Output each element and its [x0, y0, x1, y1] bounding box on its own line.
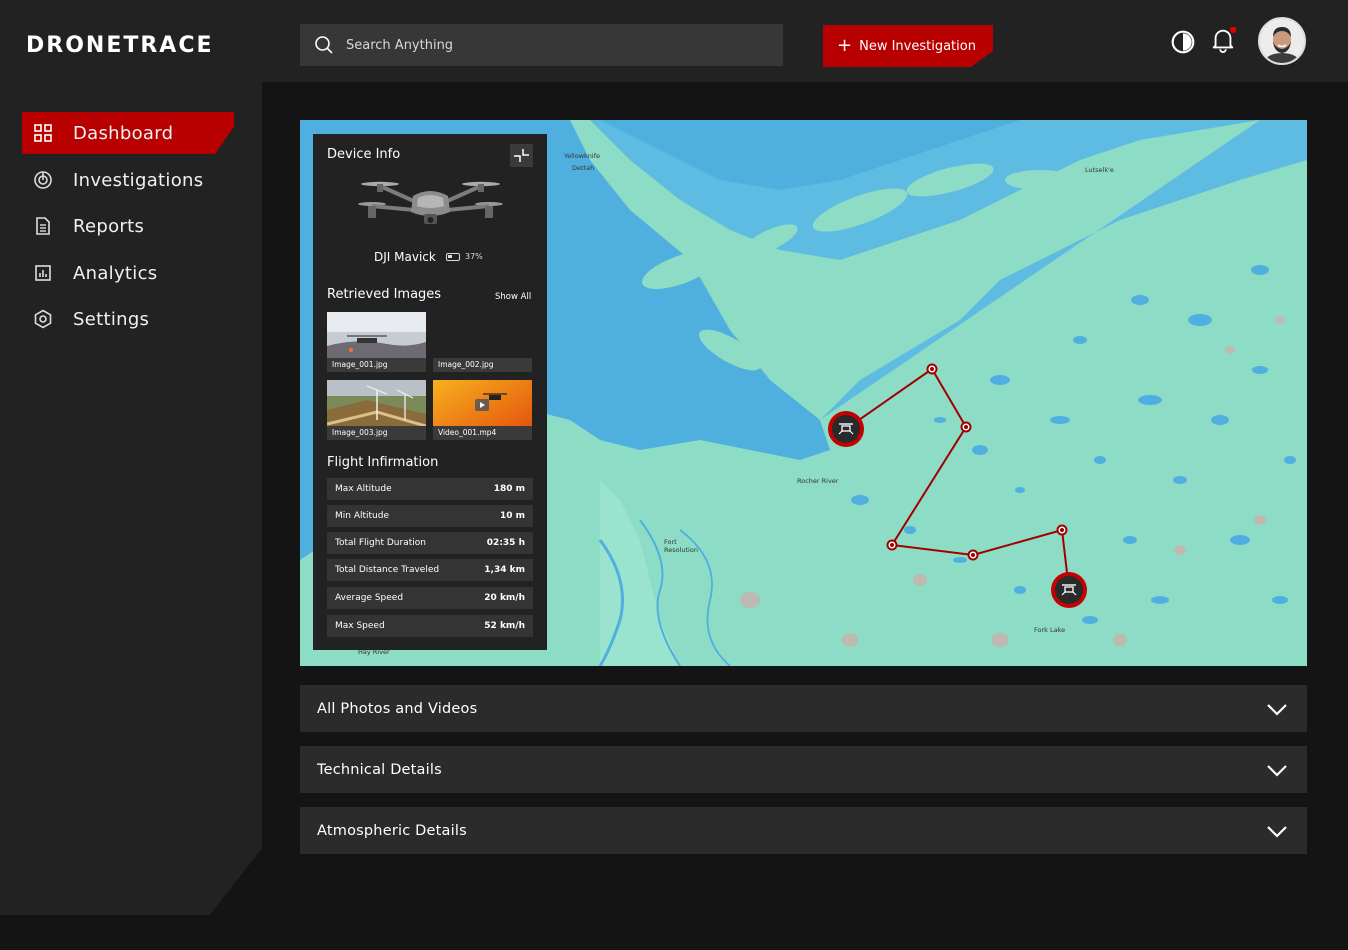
flight-info-row: Average Speed 20 km/h	[327, 587, 533, 609]
search-icon	[315, 36, 333, 54]
video-name: Video_001.mp4	[433, 426, 532, 440]
sidebar-item-analytics[interactable]: Analytics	[22, 252, 234, 294]
collapse-icon	[514, 149, 529, 162]
chevron-down-icon[interactable]	[1265, 697, 1289, 721]
flight-info-label: Min Altitude	[335, 511, 389, 521]
sidebar-item-label: Dashboard	[73, 122, 174, 144]
dashboard-icon	[34, 124, 52, 142]
flight-info-label: Average Speed	[335, 593, 404, 603]
accordion-label: Technical Details	[317, 761, 442, 778]
flight-info-label: Max Speed	[335, 621, 385, 631]
drone-start-marker-icon[interactable]	[827, 410, 865, 448]
flight-info-value: 02:35 h	[486, 538, 525, 548]
sidebar-item-label: Analytics	[73, 262, 158, 284]
accordion-label: Atmospheric Details	[317, 822, 467, 839]
new-investigation-label: New Investigation	[859, 38, 976, 54]
device-info-panel: Device Info DJI Mavick 37% Retrieved Ima…	[313, 134, 547, 650]
sidebar-item-label: Reports	[73, 215, 145, 237]
image-name: Image_001.jpg	[327, 358, 426, 372]
document-icon	[36, 217, 50, 235]
flight-info-row: Total Flight Duration 02:35 h	[327, 532, 533, 554]
accordion-atmospheric-details[interactable]: Atmospheric Details	[300, 807, 1307, 854]
collapse-button[interactable]	[510, 144, 533, 167]
device-info-title: Device Info	[327, 147, 401, 162]
flight-info-label: Max Altitude	[335, 484, 392, 494]
drone-name: DJI Mavick	[374, 250, 436, 264]
app-logo[interactable]: DRONETRACE	[26, 33, 214, 58]
chart-icon	[35, 265, 51, 281]
top-header: DRONETRACE + New Investigation	[0, 0, 1348, 82]
flight-info-row: Max Speed 52 km/h	[327, 615, 533, 637]
new-investigation-button[interactable]: + New Investigation	[823, 25, 993, 67]
sidebar-item-label: Settings	[73, 308, 150, 330]
chevron-down-icon[interactable]	[1265, 819, 1289, 843]
accordion-label: All Photos and Videos	[317, 700, 478, 717]
flight-info-value: 52 km/h	[484, 621, 525, 631]
sidebar-item-settings[interactable]: Settings	[22, 298, 234, 340]
accordion-technical-details[interactable]: Technical Details	[300, 746, 1307, 793]
sidebar-item-reports[interactable]: Reports	[22, 205, 234, 247]
video-thumbnail[interactable]: Video_001.mp4	[433, 380, 532, 440]
flight-information-title: Flight Infirmation	[327, 455, 439, 470]
image-thumbnail[interactable]: Image_003.jpg	[327, 380, 426, 440]
flight-info-value: 10 m	[499, 511, 525, 521]
drone-end-marker-icon[interactable]	[1050, 571, 1088, 609]
drone-image	[358, 181, 503, 224]
search-bar[interactable]	[300, 24, 783, 66]
search-input[interactable]	[346, 37, 746, 53]
theme-toggle-icon[interactable]	[1170, 29, 1196, 55]
sidebar-item-investigations[interactable]: Investigations	[22, 159, 234, 201]
bell-icon[interactable]	[1210, 27, 1236, 53]
gear-icon	[34, 309, 52, 329]
plus-icon: +	[837, 35, 853, 56]
accordion-photos-videos[interactable]: All Photos and Videos	[300, 685, 1307, 732]
notification-dot	[1229, 27, 1236, 34]
flight-info-row: Total Distance Traveled 1,34 km	[327, 559, 533, 581]
image-thumbnail[interactable]: Image_001.jpg	[327, 312, 426, 372]
flight-info-value: 1,34 km	[484, 565, 525, 575]
battery-icon	[446, 252, 460, 261]
flight-info-row: Max Altitude 180 m	[327, 478, 533, 500]
show-all-link[interactable]: Show All	[495, 292, 531, 302]
flight-info-row: Min Altitude 10 m	[327, 505, 533, 527]
image-name: Image_002.jpg	[433, 358, 532, 372]
image-name: Image_003.jpg	[327, 426, 426, 440]
sidebar-item-label: Investigations	[73, 169, 204, 191]
chevron-down-icon[interactable]	[1265, 758, 1289, 782]
flight-info-label: Total Flight Duration	[335, 538, 426, 548]
image-thumbnail[interactable]: Image_002.jpg	[433, 312, 532, 372]
sidebar-item-dashboard[interactable]: Dashboard	[22, 112, 234, 154]
radar-icon	[34, 171, 52, 189]
flight-info-label: Total Distance Traveled	[335, 565, 440, 575]
battery-indicator: 37%	[446, 252, 483, 261]
avatar[interactable]	[1258, 17, 1306, 65]
battery-level: 37%	[465, 252, 483, 261]
flight-info-value: 180 m	[493, 484, 525, 494]
flight-info-value: 20 km/h	[484, 593, 525, 603]
retrieved-images-title: Retrieved Images	[327, 287, 442, 302]
